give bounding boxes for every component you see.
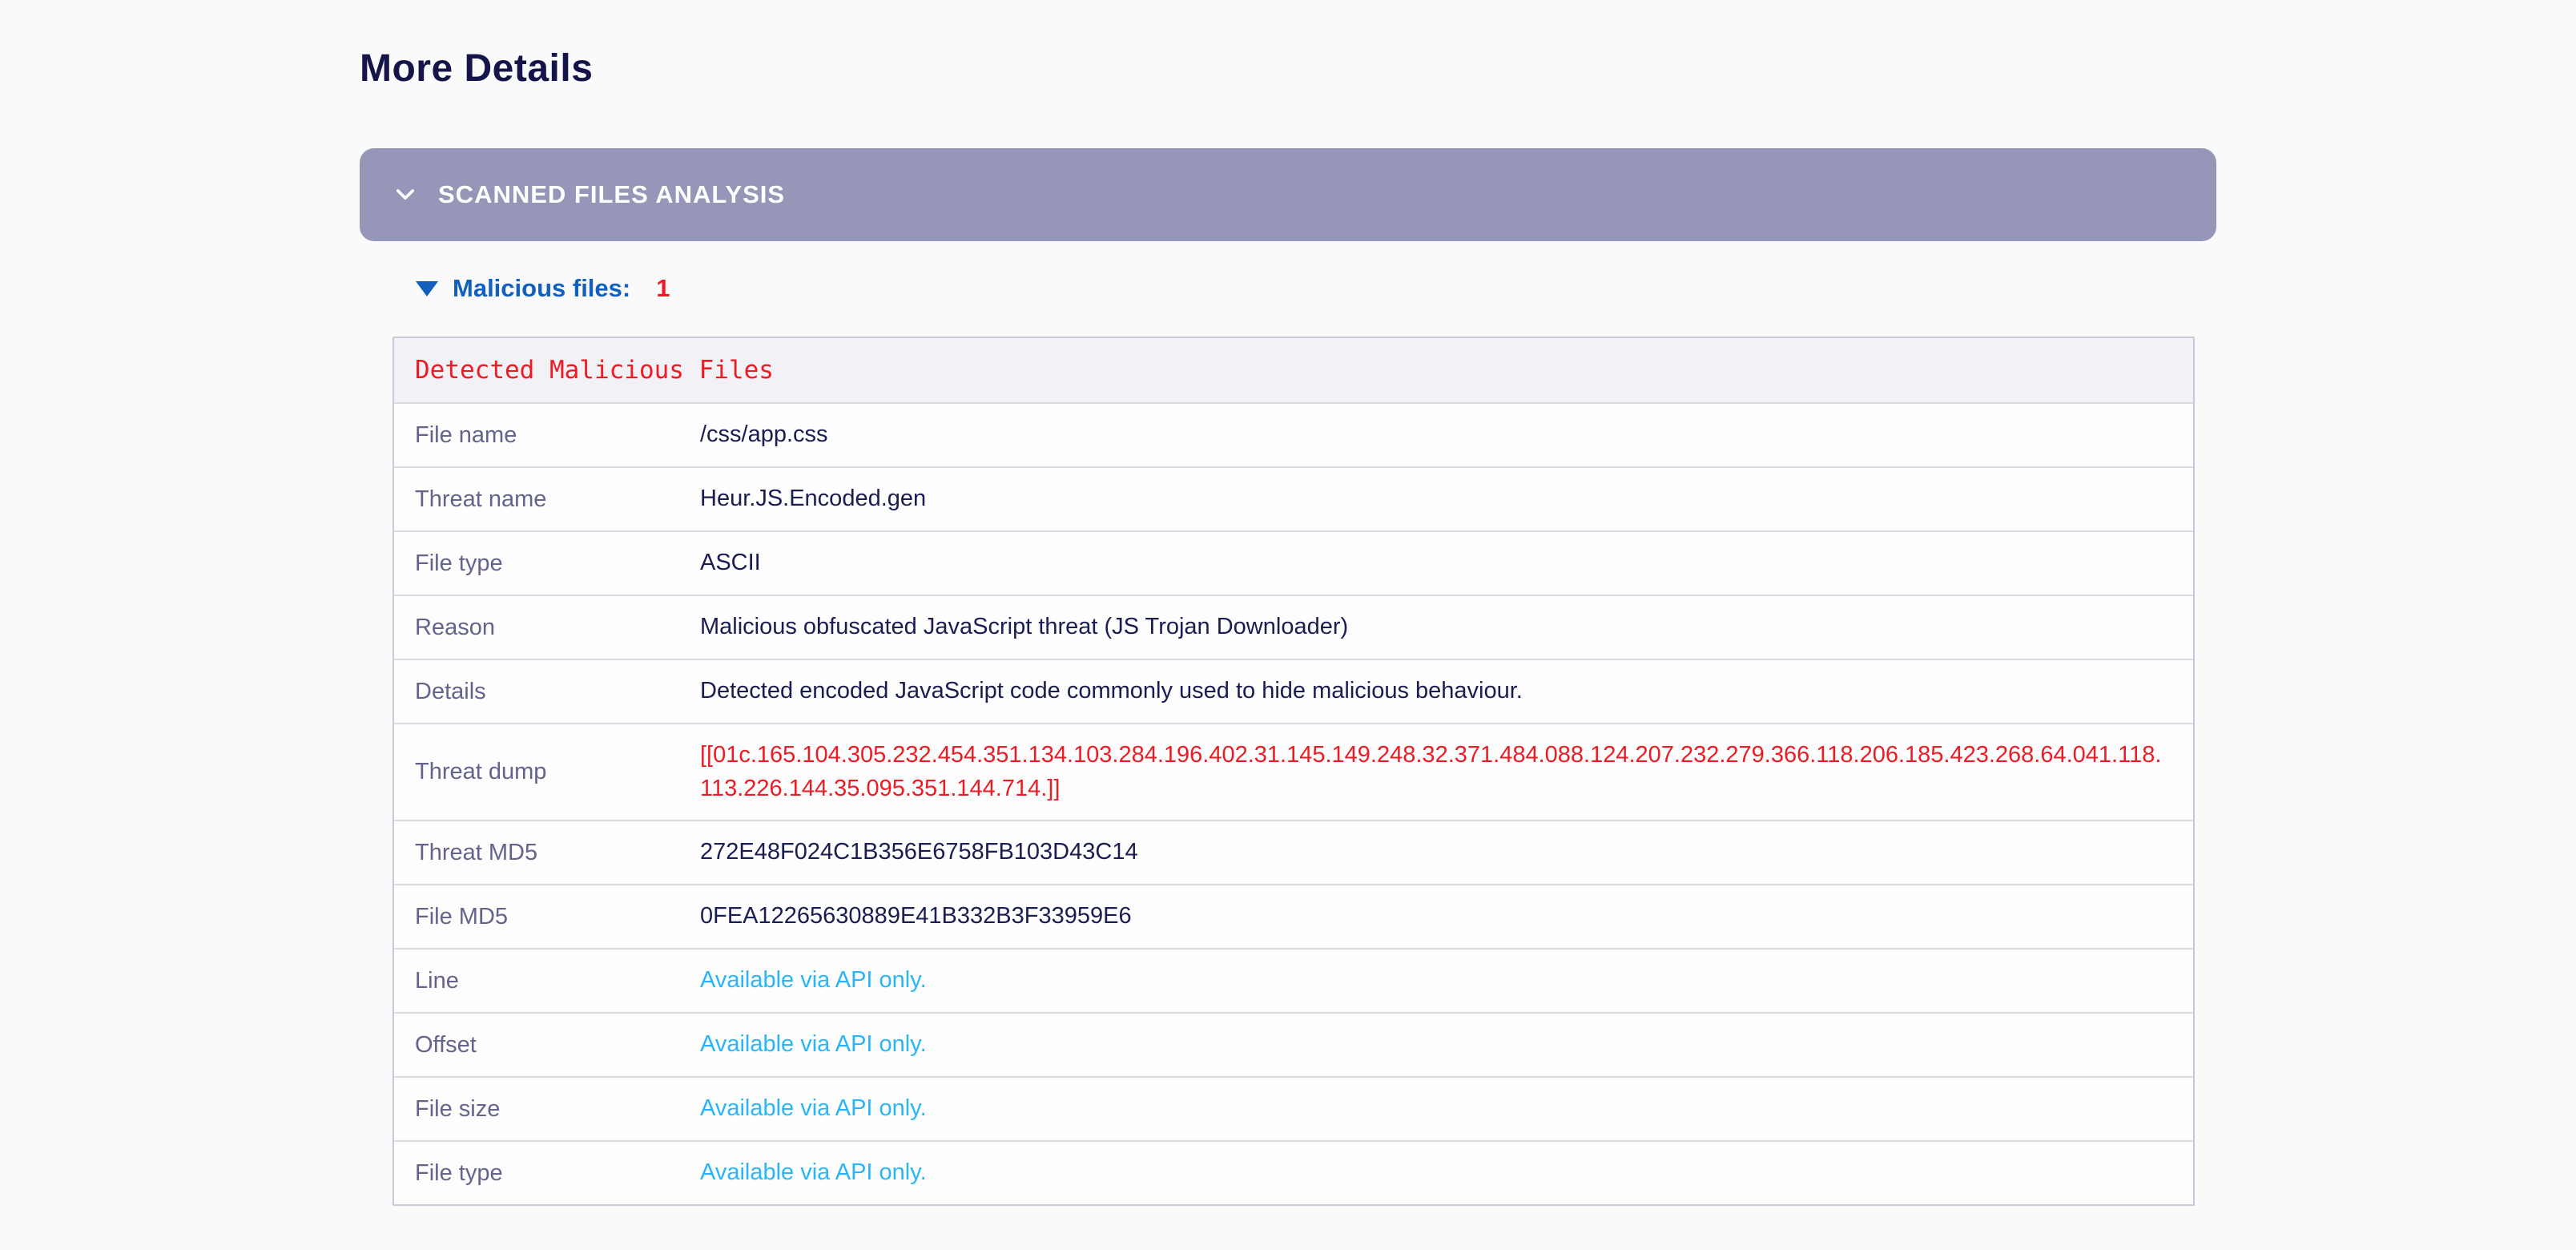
table-row-file-size: File size Available via API only. xyxy=(394,1076,2193,1140)
row-label: File MD5 xyxy=(394,904,700,930)
row-value: /css/app.css xyxy=(700,418,2193,451)
row-label: File size xyxy=(394,1096,700,1123)
row-label: Threat name xyxy=(394,486,700,513)
row-label: File name xyxy=(394,422,700,449)
row-value: Available via API only. xyxy=(700,964,2193,997)
table-row-reason: Reason Malicious obfuscated JavaScript t… xyxy=(394,595,2193,659)
table-header-row: Detected Malicious Files xyxy=(394,338,2193,402)
table-header-title: Detected Malicious Files xyxy=(415,356,774,385)
chevron-down-icon xyxy=(392,181,419,208)
row-label: Offset xyxy=(394,1032,700,1058)
row-value: Available via API only. xyxy=(700,1092,2193,1125)
scanned-files-accordion-header[interactable]: SCANNED FILES ANALYSIS xyxy=(360,148,2216,241)
malicious-files-count: 1 xyxy=(656,274,670,303)
accordion-title: SCANNED FILES ANALYSIS xyxy=(438,180,785,209)
row-value: Available via API only. xyxy=(700,1156,2193,1189)
table-row-file-type-2: File type Available via API only. xyxy=(394,1140,2193,1204)
table-row-offset: Offset Available via API only. xyxy=(394,1012,2193,1076)
row-value: Malicious obfuscated JavaScript threat (… xyxy=(700,611,2193,643)
malicious-files-label: Malicious files: xyxy=(453,274,630,303)
row-label: Details xyxy=(394,679,700,705)
triangle-down-icon xyxy=(416,281,438,296)
row-value: Detected encoded JavaScript code commonl… xyxy=(700,675,2193,708)
more-details-page: More Details SCANNED FILES ANALYSIS Mali… xyxy=(0,0,2576,1206)
row-value: Available via API only. xyxy=(700,1028,2193,1061)
table-row-line: Line Available via API only. xyxy=(394,948,2193,1012)
row-label: File type xyxy=(394,1160,700,1187)
row-value: [[01c.165.104.305.232.454.351.134.103.28… xyxy=(700,739,2193,804)
row-label: Line xyxy=(394,968,700,994)
malicious-files-toggle[interactable]: Malicious files: 1 xyxy=(416,274,2576,303)
table-row-file-name: File name /css/app.css xyxy=(394,402,2193,466)
table-row-threat-name: Threat name Heur.JS.Encoded.gen xyxy=(394,466,2193,530)
page-title: More Details xyxy=(360,46,2576,91)
row-label: Threat MD5 xyxy=(394,840,700,866)
row-value: Heur.JS.Encoded.gen xyxy=(700,482,2193,515)
table-row-file-type: File type ASCII xyxy=(394,530,2193,595)
table-row-threat-dump: Threat dump [[01c.165.104.305.232.454.35… xyxy=(394,723,2193,820)
table-row-threat-md5: Threat MD5 272E48F024C1B356E6758FB103D43… xyxy=(394,820,2193,884)
row-value: ASCII xyxy=(700,546,2193,579)
row-label: Reason xyxy=(394,615,700,641)
table-row-file-md5: File MD5 0FEA12265630889E41B332B3F33959E… xyxy=(394,884,2193,948)
row-label: Threat dump xyxy=(394,759,700,785)
malicious-file-table: Detected Malicious Files File name /css/… xyxy=(392,337,2195,1206)
row-label: File type xyxy=(394,550,700,577)
row-value: 272E48F024C1B356E6758FB103D43C14 xyxy=(700,836,2193,869)
row-value: 0FEA12265630889E41B332B3F33959E6 xyxy=(700,900,2193,933)
table-row-details: Details Detected encoded JavaScript code… xyxy=(394,659,2193,723)
